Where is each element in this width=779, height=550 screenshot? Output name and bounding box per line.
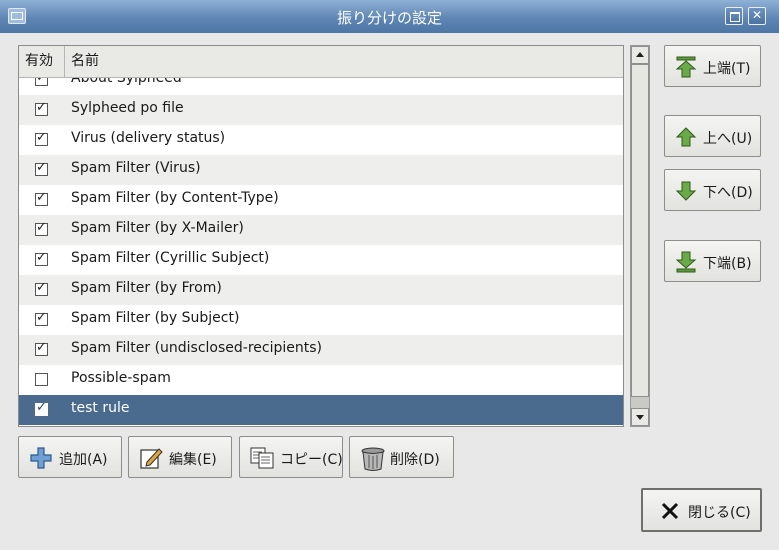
add-label: 追加(A): [59, 452, 108, 468]
rule-name: Virus (delivery status): [71, 130, 226, 146]
move-bottom-label: 下端(B): [703, 256, 752, 272]
enabled-checkbox[interactable]: [35, 400, 48, 416]
enabled-checkbox[interactable]: [35, 373, 48, 386]
list-rows: About Sylpheed Sylpheed po file Virus (d…: [19, 78, 623, 426]
rule-name: Spam Filter (undisclosed-recipients): [71, 340, 322, 356]
move-down-button[interactable]: 下へ(D): [664, 169, 761, 211]
copy-label: コピー(C): [280, 452, 343, 468]
move-up-label: 上へ(U): [703, 131, 753, 147]
enabled-checkbox[interactable]: [35, 310, 48, 326]
move-up-button[interactable]: 上へ(U): [664, 115, 761, 157]
table-row[interactable]: About Sylpheed: [19, 78, 623, 95]
rule-name: Spam Filter (by X-Mailer): [71, 220, 244, 236]
edit-label: 編集(E): [169, 452, 217, 468]
table-row[interactable]: Spam Filter (Virus): [19, 155, 623, 185]
table-row[interactable]: Possible-spam: [19, 365, 623, 395]
enabled-checkbox[interactable]: [35, 190, 48, 206]
enabled-checkbox[interactable]: [35, 160, 48, 176]
plus-icon: [30, 447, 52, 469]
vertical-scrollbar[interactable]: [630, 45, 650, 427]
move-top-button[interactable]: 上端(T): [664, 45, 761, 87]
arrow-bottom-icon: [675, 251, 697, 273]
scroll-down-arrow-icon[interactable]: [631, 408, 649, 426]
column-header-name[interactable]: 名前: [65, 46, 623, 77]
filter-rule-list[interactable]: 有効 名前 About Sylpheed Sylpheed po file Vi…: [18, 45, 624, 427]
enabled-checkbox[interactable]: [35, 280, 48, 296]
close-x-icon: [661, 502, 679, 520]
edit-button[interactable]: 編集(E): [128, 436, 232, 478]
delete-label: 削除(D): [390, 452, 440, 468]
rule-name: test rule: [71, 400, 130, 416]
arrow-top-icon: [675, 56, 697, 78]
table-row[interactable]: Spam Filter (by X-Mailer): [19, 215, 623, 245]
column-header-enabled[interactable]: 有効: [19, 46, 65, 77]
close-button[interactable]: 閉じる(C): [641, 488, 762, 532]
copy-icon: [250, 447, 274, 469]
move-bottom-button[interactable]: 下端(B): [664, 240, 761, 282]
scrollbar-thumb[interactable]: [631, 64, 649, 397]
arrow-down-icon: [675, 181, 697, 201]
move-down-label: 下へ(D): [703, 185, 753, 201]
delete-button[interactable]: 削除(D): [349, 436, 454, 478]
trash-icon: [361, 447, 385, 471]
scroll-up-arrow-icon[interactable]: [631, 46, 649, 64]
close-label: 閉じる(C): [688, 505, 751, 521]
table-row[interactable]: Spam Filter (by Content-Type): [19, 185, 623, 215]
enabled-checkbox[interactable]: [35, 78, 48, 86]
enabled-checkbox[interactable]: [35, 130, 48, 146]
table-row[interactable]: Spam Filter (undisclosed-recipients): [19, 335, 623, 365]
edit-icon: [140, 448, 163, 469]
copy-button[interactable]: コピー(C): [239, 436, 343, 478]
add-button[interactable]: 追加(A): [18, 436, 122, 478]
rule-name: Spam Filter (by From): [71, 280, 222, 296]
close-window-button[interactable]: [748, 7, 766, 25]
rule-name: Spam Filter (by Subject): [71, 310, 240, 326]
rule-name: Spam Filter (Virus): [71, 160, 201, 176]
table-row[interactable]: Spam Filter (by Subject): [19, 305, 623, 335]
rule-name: Sylpheed po file: [71, 100, 184, 116]
rule-name: Possible-spam: [71, 370, 171, 386]
rule-name: About Sylpheed: [71, 78, 182, 86]
table-row[interactable]: Sylpheed po file: [19, 95, 623, 125]
table-row-selected[interactable]: test rule: [19, 395, 623, 425]
table-row[interactable]: Virus (delivery status): [19, 125, 623, 155]
move-top-label: 上端(T): [703, 61, 751, 77]
rule-name: Spam Filter (by Content-Type): [71, 190, 279, 206]
enabled-checkbox[interactable]: [35, 100, 48, 116]
enabled-checkbox[interactable]: [35, 220, 48, 236]
table-row[interactable]: Spam Filter (Cyrillic Subject): [19, 245, 623, 275]
arrow-up-icon: [675, 127, 697, 147]
rule-name: Spam Filter (Cyrillic Subject): [71, 250, 270, 266]
window-title: 振り分けの設定: [336, 9, 442, 27]
enabled-checkbox[interactable]: [35, 250, 48, 266]
title-bar: 振り分けの設定: [0, 0, 779, 33]
maximize-button[interactable]: [725, 7, 743, 25]
list-header: 有効 名前: [19, 46, 623, 78]
enabled-checkbox[interactable]: [35, 340, 48, 356]
table-row[interactable]: Spam Filter (by From): [19, 275, 623, 305]
